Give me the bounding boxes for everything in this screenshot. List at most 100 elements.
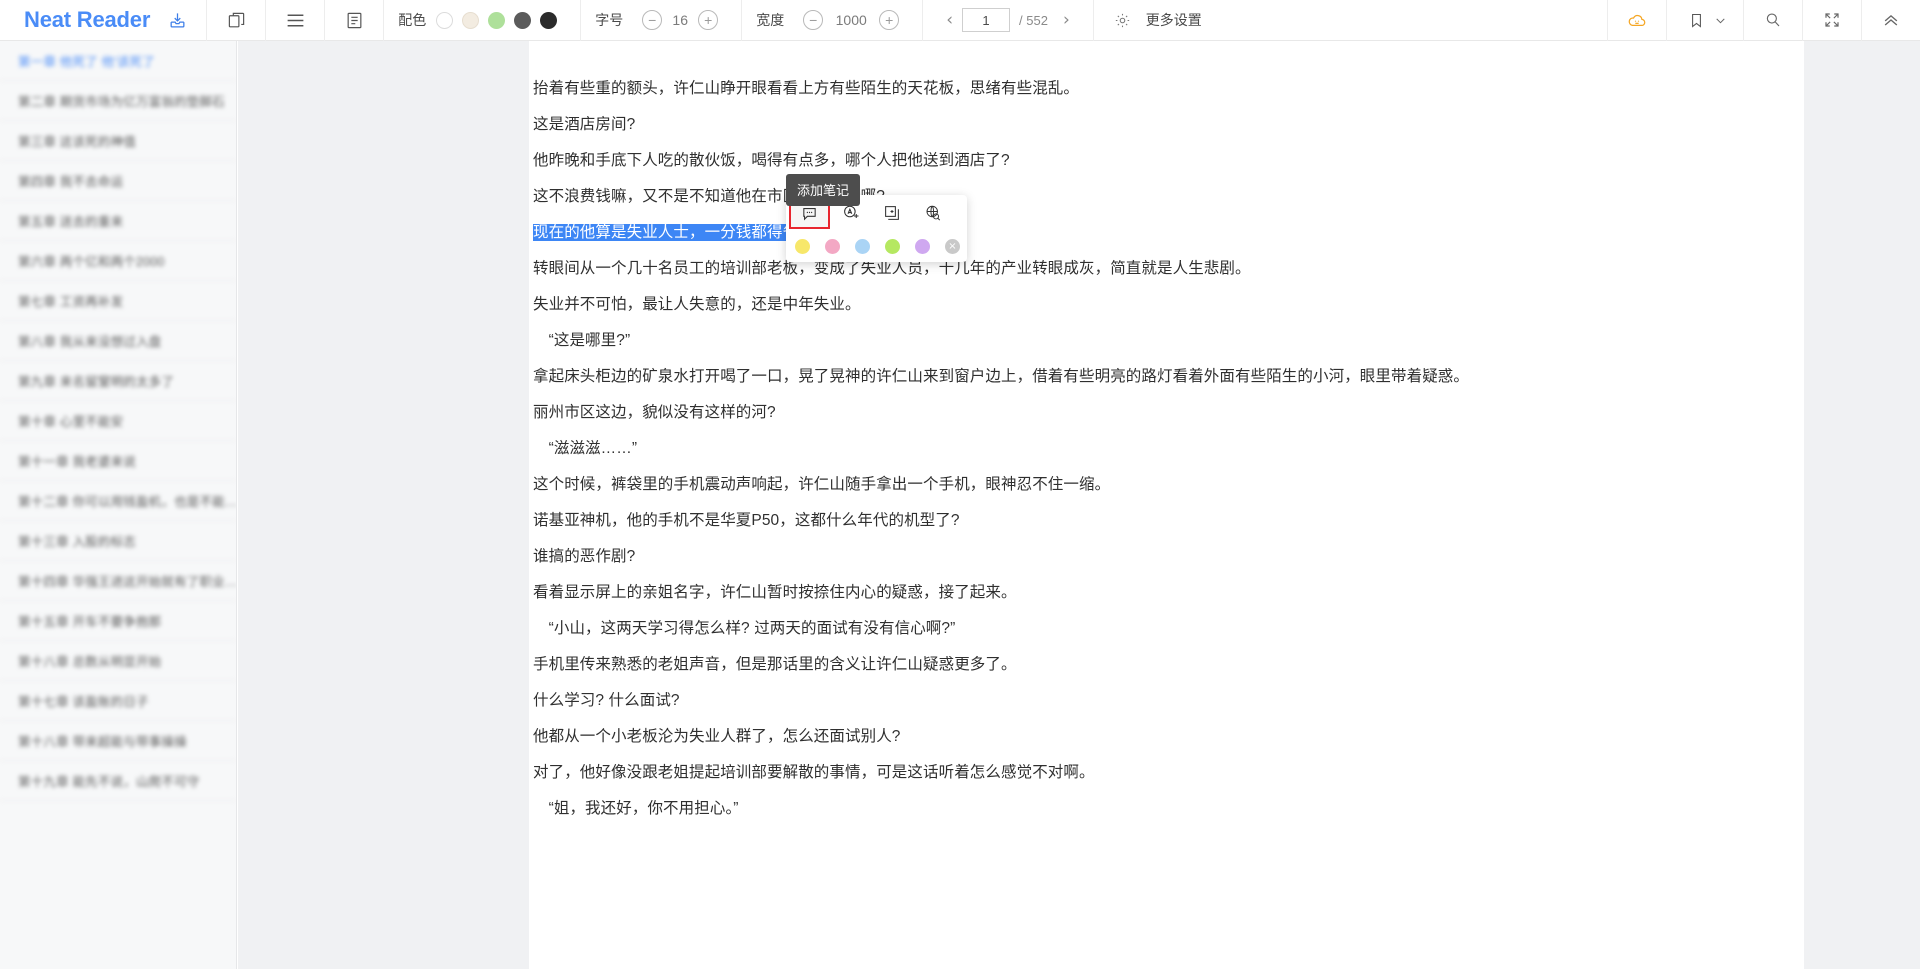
reader-paragraph[interactable]: “滋滋滋……” bbox=[529, 431, 1804, 467]
highlight-green[interactable] bbox=[885, 239, 900, 254]
toc-item[interactable]: 第十九章 能先不说，山爬不可守 bbox=[0, 761, 236, 801]
more-settings-label: 更多设置 bbox=[1146, 10, 1202, 30]
bookmark-icon[interactable] bbox=[1681, 5, 1711, 35]
reader-paragraph[interactable]: 对了，他好像没跟老姐提起培训部要解散的事情，可是这话听着怎么感觉不对啊。 bbox=[529, 755, 1804, 791]
double-chevron-up-icon[interactable] bbox=[1876, 5, 1906, 35]
fullscreen-icon[interactable] bbox=[1817, 5, 1847, 35]
next-page-button[interactable]: › bbox=[1054, 10, 1079, 30]
highlight-pink[interactable] bbox=[825, 239, 840, 254]
cloud-sync-icon[interactable] bbox=[1622, 5, 1652, 35]
toc-item-label: 第九章 来名留窒明的太多了 bbox=[18, 371, 174, 390]
toc-item[interactable]: 第十三章 入股的标志 bbox=[0, 521, 236, 561]
theme-swatch-gray[interactable] bbox=[514, 12, 531, 29]
reader-paragraph[interactable]: 他昨晚和手底下人吃的散伙饭，喝得有点多，哪个人把他送到酒店了? bbox=[529, 143, 1804, 179]
reader-paragraph[interactable]: 谁搞的恶作剧? bbox=[529, 539, 1804, 575]
page-number-input[interactable] bbox=[962, 8, 1010, 32]
toc-item[interactable]: 第九章 来名留窒明的太多了 bbox=[0, 361, 236, 401]
theme-swatch-black[interactable] bbox=[540, 12, 557, 29]
app-brand: Neat Reader bbox=[24, 7, 150, 33]
fontsize-decrease-button[interactable]: − bbox=[642, 10, 662, 30]
toc-item-label: 第十章 心里不能安 bbox=[18, 411, 123, 430]
reader-paragraph[interactable]: 这不浪费钱嘛，又不是不知道他在市区的房子在哪? bbox=[529, 179, 1804, 215]
reader-paragraph[interactable]: 这是酒店房间? bbox=[529, 107, 1804, 143]
toc-item[interactable]: 第十一章 我老婆来说 bbox=[0, 441, 236, 481]
toc-item-label: 第十八章 总数从明显开始 bbox=[18, 651, 161, 670]
toc-item[interactable]: 第十二章 你可以用钱盈机，也是不能… bbox=[0, 481, 236, 521]
paragraph-text: 转眼间从一个几十名员工的培训部老板，变成了失业人员，十几年的产业转眼成灰，简直就… bbox=[533, 260, 1251, 277]
paragraph-text: “滋滋滋……” bbox=[533, 440, 637, 457]
toc-item-label: 第五章 送去的重来 bbox=[18, 211, 123, 230]
toc-item[interactable]: 第七章 工资再补发 bbox=[0, 281, 236, 321]
reader-paragraph[interactable]: “姐，我还好，你不用担心。” bbox=[529, 791, 1804, 827]
cloud-group bbox=[1608, 0, 1666, 41]
toc-item-label: 第三章 这该死的神值 bbox=[18, 131, 136, 150]
toc-item[interactable]: 第八章 我从来没想过入盘 bbox=[0, 321, 236, 361]
reader-scroll-area[interactable]: 抬着有些重的额头，许仁山睁开眼看看上方有些陌生的天花板，思绪有些混乱。这是酒店房… bbox=[529, 41, 1920, 969]
toc-item-label: 第二章 期货市场为亿万富翁的垫脚石 bbox=[18, 91, 225, 110]
dual-page-icon[interactable] bbox=[221, 5, 251, 35]
fontsize-group: 字号 − 16 + bbox=[581, 0, 741, 41]
toc-item-label: 第十九章 能先不说，山爬不可守 bbox=[18, 771, 199, 790]
reader-paragraph[interactable]: 他都从一个小老板沦为失业人群了，怎么还面试别人? bbox=[529, 719, 1804, 755]
toc-item[interactable]: 第二章 期货市场为亿万富翁的垫脚石 bbox=[0, 81, 236, 121]
toc-item[interactable]: 第十章 心里不能安 bbox=[0, 401, 236, 441]
reader-paragraph[interactable]: 拿起床头柜边的矿泉水打开喝了一口，晃了晃神的许仁山来到窗户边上，借着有些明亮的路… bbox=[529, 359, 1804, 395]
reader-paragraph[interactable]: 失业并不可怕，最让人失意的，还是中年失业。 bbox=[529, 287, 1804, 323]
toc-item[interactable]: 第十八章 带来超能与带事操操 bbox=[0, 721, 236, 761]
toc-item-label: 第十二章 你可以用钱盈机，也是不能… bbox=[18, 491, 236, 510]
highlighted-paragraph[interactable]: 现在的他算是失业人士，一分钱都得省啊。 bbox=[529, 215, 1804, 251]
toc-item[interactable]: 第十四章 华强王进这开始就有了职业… bbox=[0, 561, 236, 601]
toc-item-label: 第十三章 入股的标志 bbox=[18, 531, 136, 550]
reader-paragraph[interactable]: 诺基亚神机，他的手机不是华夏P50，这都什么年代的机型了? bbox=[529, 503, 1804, 539]
reader-paragraph[interactable]: 丽州市区这边，貌似没有这样的河? bbox=[529, 395, 1804, 431]
reader-paragraph[interactable]: 手机里传来熟悉的老姐声音，但是那话里的含义让许仁山疑惑更多了。 bbox=[529, 647, 1804, 683]
brand-group: Neat Reader bbox=[0, 0, 206, 41]
toc-item[interactable]: 第六章 两个亿和两个2000 bbox=[0, 241, 236, 281]
paragraph-text: 诺基亚神机，他的手机不是华夏P50，这都什么年代的机型了? bbox=[533, 512, 960, 529]
import-book-icon[interactable] bbox=[162, 5, 192, 35]
web-search-icon[interactable] bbox=[912, 198, 953, 229]
reader-paragraph[interactable]: 转眼间从一个几十名员工的培训部老板，变成了失业人员，十几年的产业转眼成灰，简直就… bbox=[529, 251, 1804, 287]
annotation-tooltip: 添加笔记 bbox=[786, 174, 860, 206]
reader-paragraph-list: 抬着有些重的额头，许仁山睁开眼看看上方有些陌生的天花板，思绪有些混乱。这是酒店房… bbox=[529, 41, 1804, 827]
more-settings-group[interactable]: 更多设置 bbox=[1094, 0, 1216, 41]
chevron-down-icon[interactable] bbox=[1711, 5, 1729, 35]
table-of-contents-icon[interactable] bbox=[339, 5, 369, 35]
highlight-purple[interactable] bbox=[915, 239, 930, 254]
highlight-yellow[interactable] bbox=[795, 239, 810, 254]
toc-item[interactable]: 第十七章 该盈账的日子 bbox=[0, 681, 236, 721]
toc-item[interactable]: 第三章 这该死的神值 bbox=[0, 121, 236, 161]
width-decrease-button[interactable]: − bbox=[803, 10, 823, 30]
reader-paragraph[interactable]: 看着显示屏上的亲姐名字，许仁山暂时按捺住内心的疑惑，接了起来。 bbox=[529, 575, 1804, 611]
paragraph-text: 这是酒店房间? bbox=[533, 116, 635, 133]
toc-item[interactable]: 第十五章 开车不要争抱那 bbox=[0, 601, 236, 641]
text-selection: 现在的他算是失业人士，一分钱都得省啊。 bbox=[533, 224, 829, 241]
copy-add-icon[interactable] bbox=[871, 198, 912, 229]
theme-swatch-green[interactable] bbox=[488, 12, 505, 29]
theme-swatch-white[interactable] bbox=[436, 12, 453, 29]
paragraph-text: 什么学习? 什么面试? bbox=[533, 692, 680, 709]
toc-item[interactable]: 第一章 他死了 他'该死了 bbox=[0, 41, 236, 81]
clear-highlight-icon[interactable]: × bbox=[945, 239, 960, 254]
reader-paragraph[interactable]: “小山，这两天学习得怎么样? 过两天的面试有没有信心啊?” bbox=[529, 611, 1804, 647]
search-icon[interactable] bbox=[1758, 5, 1788, 35]
toc-item-label: 第四章 我不去命运 bbox=[18, 171, 123, 190]
width-increase-button[interactable]: + bbox=[879, 10, 899, 30]
reader-paragraph[interactable]: 什么学习? 什么面试? bbox=[529, 683, 1804, 719]
reader-paragraph[interactable]: 这个时候，裤袋里的手机震动声响起，许仁山随手拿出一个手机，眼神忍不住一缩。 bbox=[529, 467, 1804, 503]
reader-paragraph[interactable]: 抬着有些重的额头，许仁山睁开眼看看上方有些陌生的天花板，思绪有些混乱。 bbox=[529, 71, 1804, 107]
bookmark-group[interactable] bbox=[1667, 0, 1743, 41]
reader-paragraph[interactable]: “这是哪里?” bbox=[529, 323, 1804, 359]
toc-item[interactable]: 第四章 我不去命运 bbox=[0, 161, 236, 201]
theme-swatch-cream[interactable] bbox=[462, 12, 479, 29]
theme-label: 配色 bbox=[398, 10, 426, 30]
toc-item[interactable]: 第五章 送去的重来 bbox=[0, 201, 236, 241]
toc-item[interactable]: 第十八章 总数从明显开始 bbox=[0, 641, 236, 681]
gear-icon[interactable] bbox=[1108, 5, 1138, 35]
fontsize-increase-button[interactable]: + bbox=[698, 10, 718, 30]
paragraph-text: 抬着有些重的额头，许仁山睁开眼看看上方有些陌生的天花板，思绪有些混乱。 bbox=[533, 80, 1079, 97]
hamburger-menu-icon[interactable] bbox=[280, 5, 310, 35]
toc-sidebar[interactable]: 第一章 他死了 他'该死了第二章 期货市场为亿万富翁的垫脚石第三章 这该死的神值… bbox=[0, 41, 237, 969]
highlight-blue[interactable] bbox=[855, 239, 870, 254]
prev-page-button[interactable]: ‹ bbox=[937, 10, 962, 30]
